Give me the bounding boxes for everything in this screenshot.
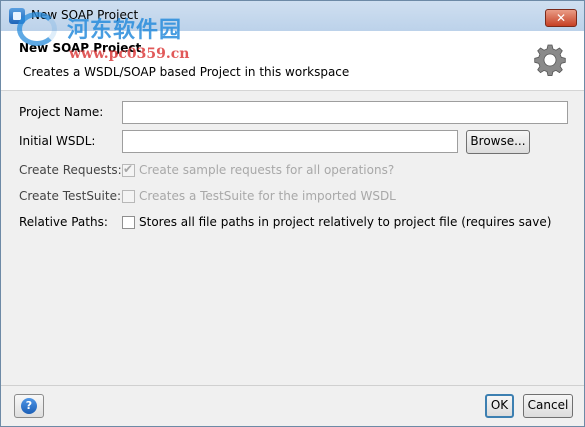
close-button[interactable]: ✕	[545, 9, 577, 27]
header-banner: New SOAP Project Creates a WSDL/SOAP bas…	[1, 31, 584, 91]
ok-button[interactable]: OK	[485, 394, 514, 418]
project-name-label: Project Name:	[19, 105, 104, 119]
banner-title: New SOAP Project	[19, 41, 142, 55]
project-name-input[interactable]	[122, 101, 568, 124]
create-testsuite-label: Create TestSuite:	[19, 189, 122, 203]
relative-paths-checkbox[interactable]	[122, 216, 135, 229]
create-requests-text: Create sample requests for all operation…	[139, 163, 395, 177]
cancel-button[interactable]: Cancel	[523, 394, 573, 418]
banner-subtitle: Creates a WSDL/SOAP based Project in thi…	[23, 65, 350, 79]
gear-icon	[534, 44, 566, 76]
create-testsuite-text: Creates a TestSuite for the imported WSD…	[139, 189, 396, 203]
create-testsuite-checkbox[interactable]	[122, 190, 135, 203]
create-requests-checkbox[interactable]: ✔	[122, 162, 135, 177]
create-requests-label: Create Requests:	[19, 163, 122, 177]
help-icon: ?	[21, 398, 37, 414]
help-button[interactable]: ?	[14, 394, 44, 418]
window-title: New SOAP Project	[31, 8, 139, 22]
soapui-app-icon	[9, 8, 25, 24]
relative-paths-text: Stores all file paths in project relativ…	[139, 215, 552, 229]
checkmark-icon: ✔	[123, 162, 134, 176]
dialog-footer: ? OK Cancel	[1, 385, 584, 426]
new-soap-project-dialog: New SOAP Project ✕ New SOAP Project Crea…	[0, 0, 585, 427]
relative-paths-label: Relative Paths:	[19, 215, 108, 229]
browse-button[interactable]: Browse...	[466, 130, 530, 154]
initial-wsdl-input[interactable]	[122, 130, 458, 153]
title-bar[interactable]: New SOAP Project ✕	[1, 1, 584, 31]
initial-wsdl-label: Initial WSDL:	[19, 134, 96, 148]
